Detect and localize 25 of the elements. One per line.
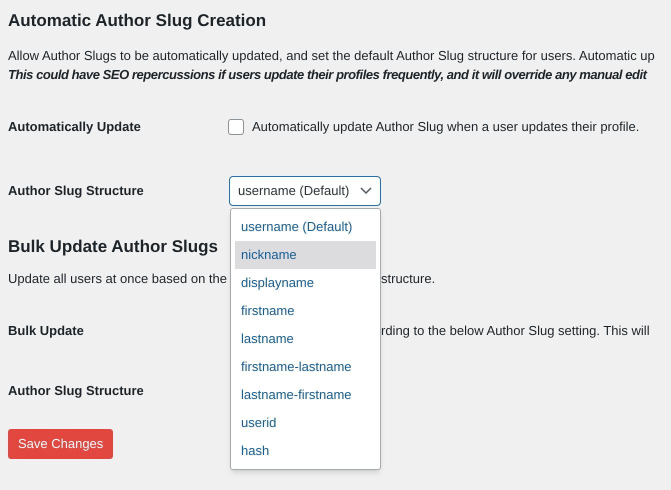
field-label: Automatically Update: [8, 118, 142, 136]
description-text: Update all users at once based on the: [8, 271, 227, 286]
dropdown-option[interactable]: userid: [235, 409, 376, 437]
dropdown-option[interactable]: firstname: [235, 297, 376, 325]
field-label: Author Slug Structure: [8, 382, 144, 400]
checkbox-label: rding to the below Author Slug setting. This will: [381, 322, 650, 340]
description-text: This could have SEO repercussions if users update their profiles frequently, and it will override any manual edit: [8, 66, 647, 84]
dropdown-option[interactable]: lastname: [235, 325, 376, 353]
dropdown-option[interactable]: nickname: [235, 241, 376, 269]
description-text: structure.: [381, 270, 436, 288]
dropdown-option[interactable]: displayname: [235, 269, 376, 297]
chevron-down-icon: [360, 187, 372, 195]
field-label: Bulk Update: [8, 323, 84, 338]
checkbox-label: Automatically update Author Slug when a user updates their profile.: [252, 118, 640, 136]
save-button[interactable]: Save Changes: [8, 429, 114, 459]
checkbox[interactable]: [228, 119, 244, 135]
dropdown-option[interactable]: firstname-lastname: [235, 353, 376, 381]
dropdown-option[interactable]: username (Default): [235, 213, 376, 241]
field-label: Author Slug Structure: [8, 182, 145, 200]
select-dropdown[interactable]: username (Default): [229, 176, 381, 206]
dropdown-option[interactable]: hash: [235, 437, 376, 465]
dropdown-option[interactable]: lastname-firstname: [235, 381, 376, 409]
section-title: Automatic Author Slug Creation: [8, 10, 266, 32]
section-title: Bulk Update Author Slugs: [8, 236, 218, 258]
description-text: Allow Author Slugs to be automatically updated, and set the default Author Slug structure for users. Automatic up: [8, 47, 655, 65]
